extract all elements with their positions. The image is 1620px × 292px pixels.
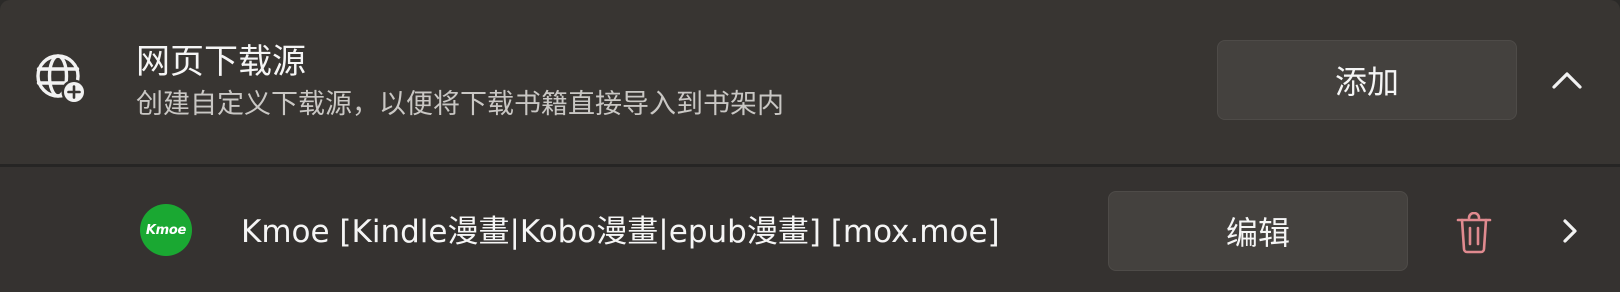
globe-add-icon bbox=[36, 54, 87, 105]
section-title: 网页下载源 bbox=[136, 42, 306, 82]
edit-source-button[interactable]: 编辑 bbox=[1108, 191, 1408, 271]
trash-icon[interactable] bbox=[1455, 212, 1493, 254]
download-sources-panel: 网页下载源 创建自定义下载源，以便将下载书籍直接导入到书架内 添加 Kmoe K… bbox=[0, 0, 1620, 292]
source-logo-text: Kmoe bbox=[145, 222, 187, 238]
section-subtitle: 创建自定义下载源，以便将下载书籍直接导入到书架内 bbox=[136, 89, 784, 120]
chevron-up-icon[interactable] bbox=[1549, 66, 1585, 94]
source-logo: Kmoe bbox=[140, 204, 192, 256]
chevron-right-icon[interactable] bbox=[1560, 216, 1580, 246]
add-source-button[interactable]: 添加 bbox=[1217, 40, 1517, 120]
source-name: Kmoe [Kindle漫畫|Kobo漫畫|epub漫畫] [mox.moe] bbox=[241, 214, 1000, 250]
